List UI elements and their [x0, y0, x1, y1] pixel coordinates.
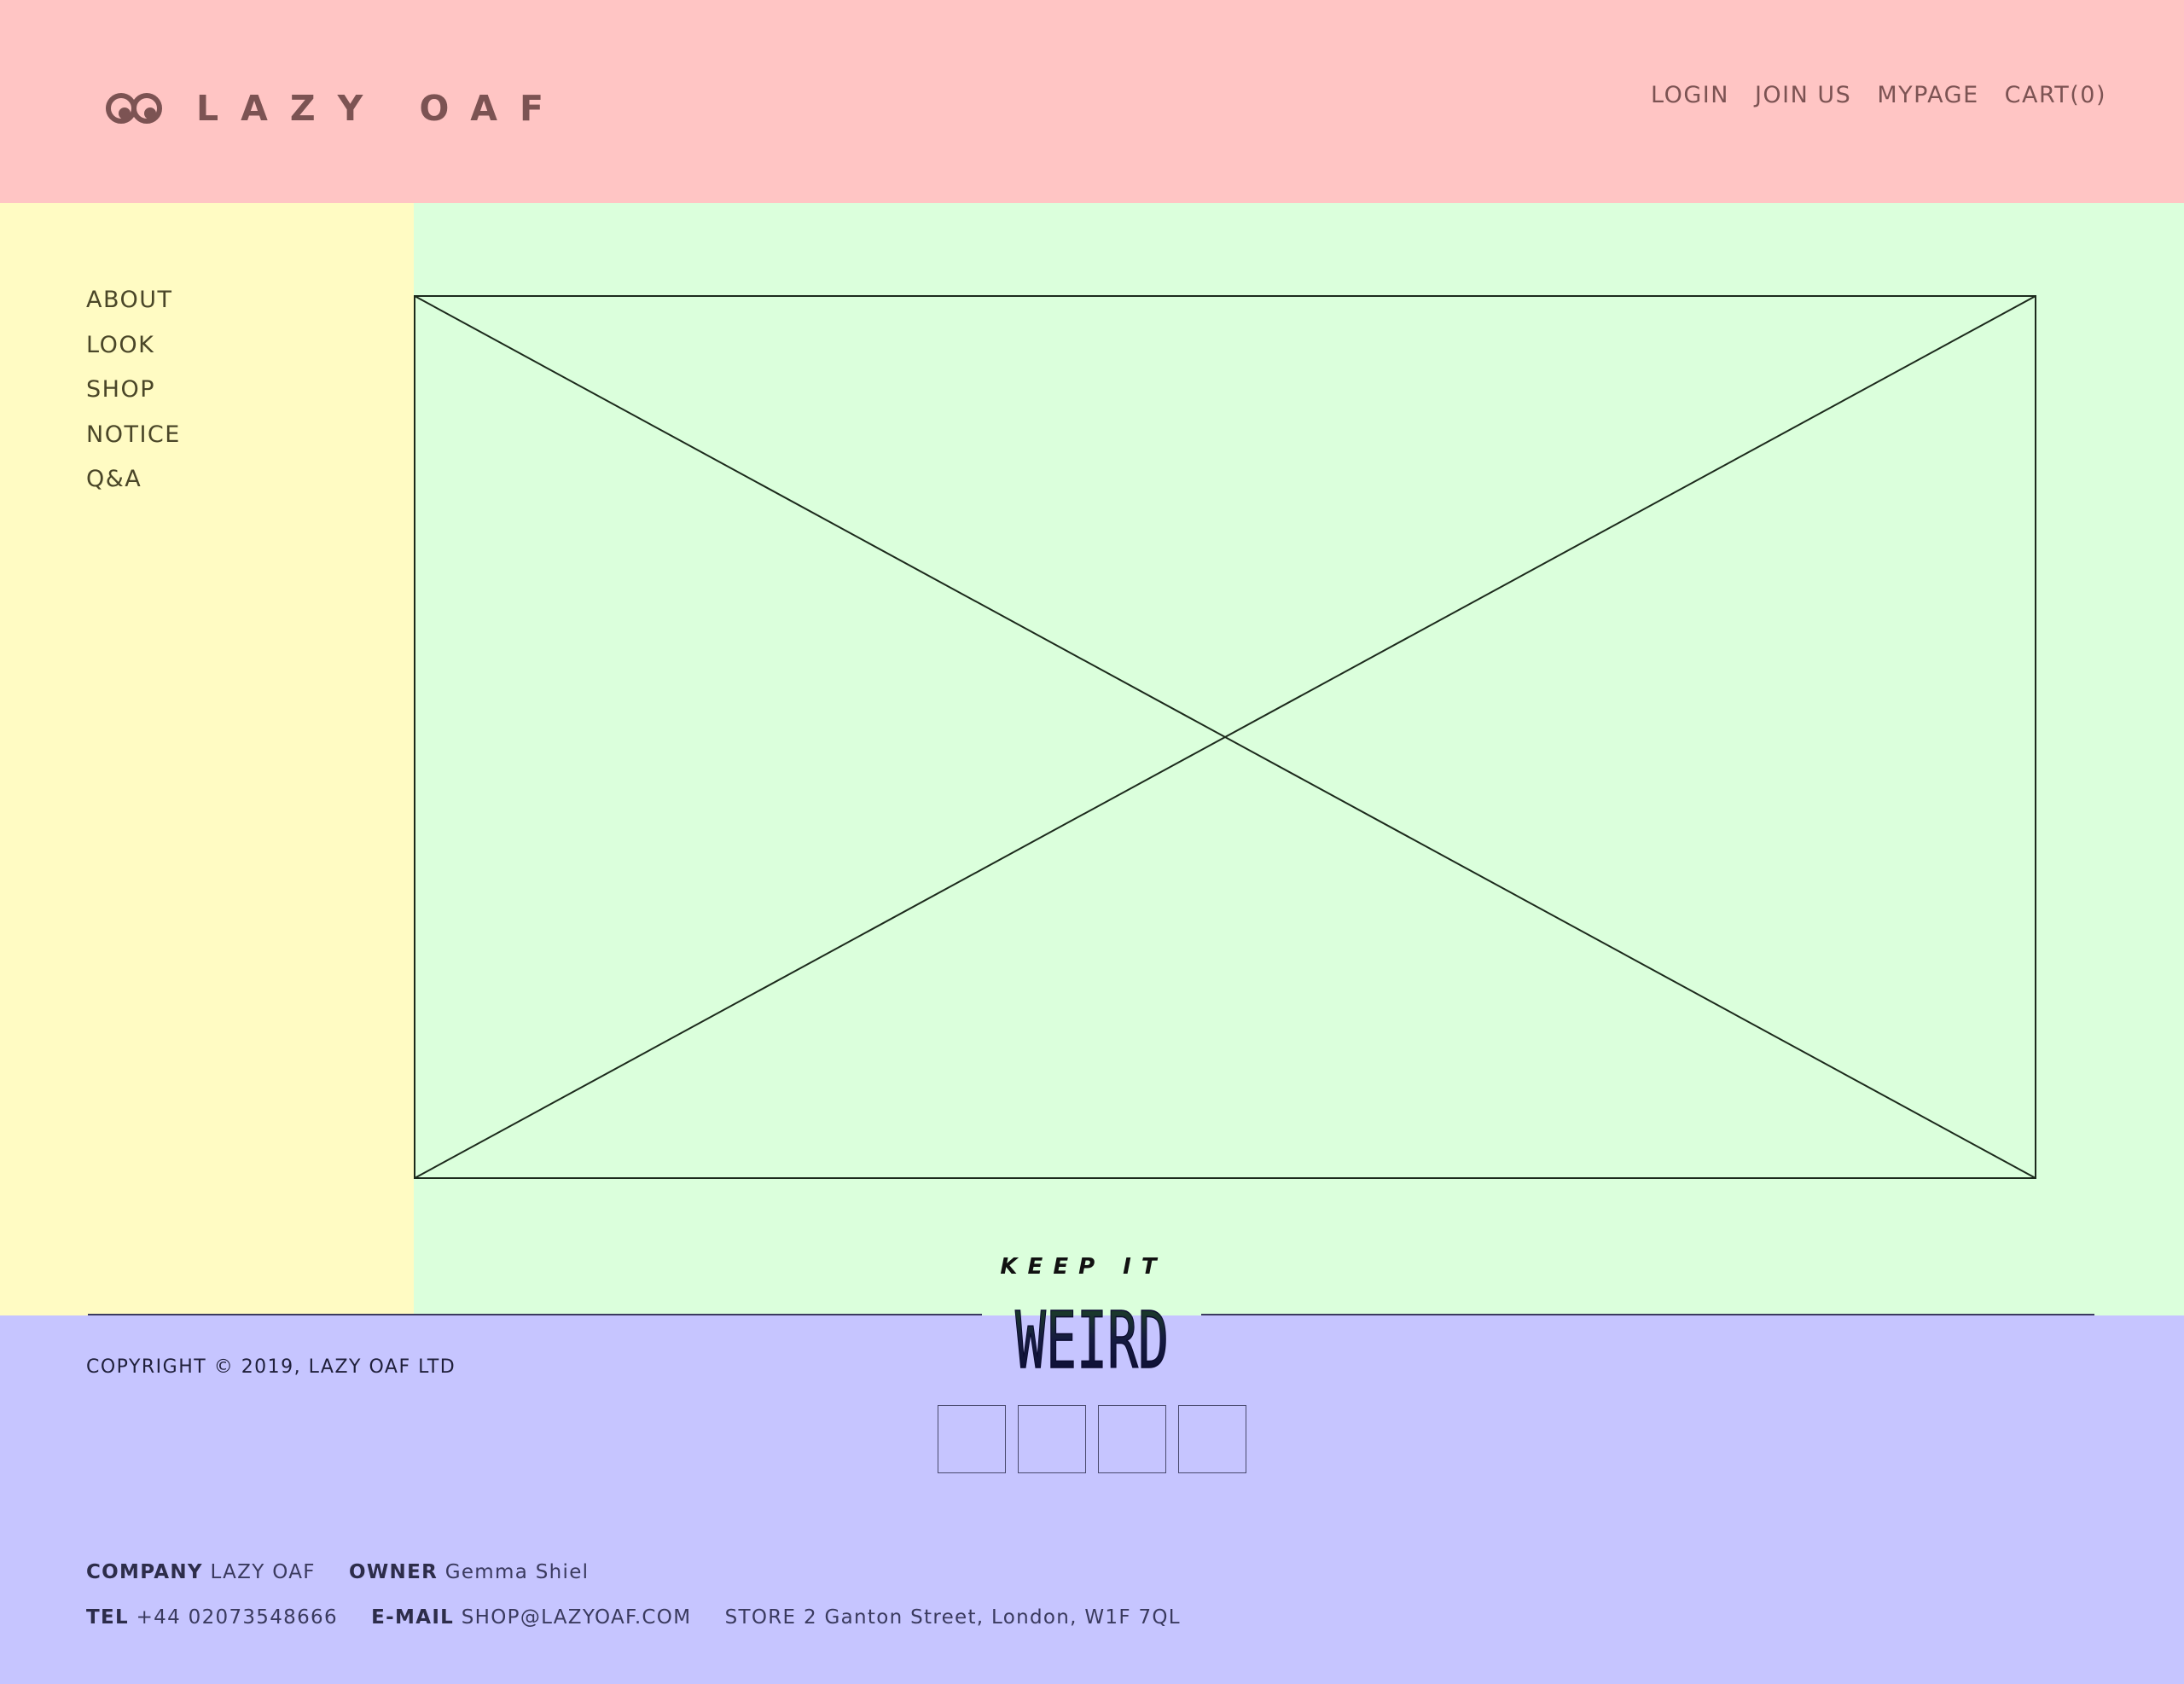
mypage-link[interactable]: MYPAGE	[1877, 82, 1978, 108]
social-link-1[interactable]	[938, 1405, 1006, 1473]
company-label: COMPANY	[86, 1561, 203, 1583]
sidebar-item-about[interactable]: ABOUT	[86, 285, 181, 330]
company-info-row: COMPANY LAZY OAF OWNER Gemma Shiel	[86, 1561, 589, 1583]
social-link-4[interactable]	[1178, 1405, 1246, 1473]
keep-it-weird-badge: KEEP IT WEIRD	[1000, 1254, 1169, 1382]
social-links	[938, 1405, 1246, 1473]
tel-label: TEL	[86, 1606, 129, 1629]
store-value: 2 Ganton Street, London, W1F 7QL	[803, 1606, 1181, 1629]
tel-value: +44 02073548666	[136, 1606, 338, 1629]
social-link-3[interactable]	[1098, 1405, 1166, 1473]
social-link-2[interactable]	[1018, 1405, 1086, 1473]
store-label: STORE	[724, 1606, 797, 1629]
sidebar-item-look[interactable]: LOOK	[86, 330, 181, 375]
owner-value: Gemma Shiel	[444, 1561, 590, 1583]
sidebar-item-notice[interactable]: NOTICE	[86, 420, 181, 465]
sidebar-item-qna[interactable]: Q&A	[86, 464, 181, 509]
copyright-text: COPYRIGHT © 2019, LAZY OAF LTD	[86, 1356, 456, 1378]
logo-eyes-icon	[106, 93, 162, 124]
badge-top-text: KEEP IT	[1000, 1254, 1166, 1280]
top-nav: LOGIN JOIN US MYPAGE CART(0)	[1651, 82, 2106, 108]
logo[interactable]: LAZY OAF	[104, 87, 566, 130]
email-label: E-MAIL	[371, 1606, 455, 1629]
login-link[interactable]: LOGIN	[1651, 82, 1729, 108]
site-header: LAZY OAF LOGIN JOIN US MYPAGE CART(0)	[0, 0, 2184, 203]
logo-text: LAZY OAF	[196, 88, 566, 129]
footer-divider-left	[88, 1314, 982, 1315]
sidebar: ABOUT LOOK SHOP NOTICE Q&A	[0, 203, 414, 1315]
company-value: LAZY OAF	[210, 1561, 316, 1583]
sidebar-item-shop[interactable]: SHOP	[86, 375, 181, 420]
cart-link[interactable]: CART(0)	[2005, 82, 2106, 108]
owner-label: OWNER	[349, 1561, 439, 1583]
join-us-link[interactable]: JOIN US	[1755, 82, 1851, 108]
side-nav: ABOUT LOOK SHOP NOTICE Q&A	[86, 285, 181, 509]
badge-bottom-text: WEIRD	[1015, 1295, 1169, 1382]
contact-info-row: TEL +44 02073548666 E-MAIL SHOP@LAZYOAF.…	[86, 1606, 1181, 1629]
email-value[interactable]: SHOP@LAZYOAF.COM	[462, 1606, 692, 1629]
hero-image-placeholder	[414, 295, 2036, 1179]
footer-divider-right	[1201, 1314, 2094, 1315]
